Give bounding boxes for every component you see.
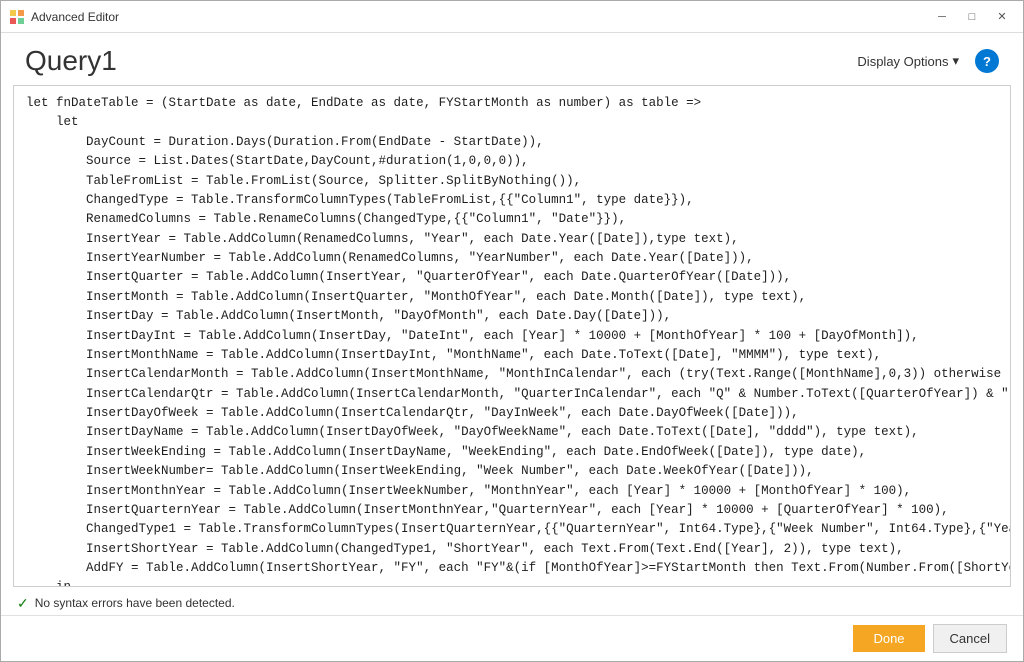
close-button[interactable]: ✕ [989, 7, 1015, 27]
header: Query1 Display Options ▾ ? [1, 33, 1023, 85]
code-editor[interactable]: let fnDateTable = (StartDate as date, En… [14, 86, 1010, 586]
help-button[interactable]: ? [975, 49, 999, 73]
check-icon: ✓ [17, 595, 29, 612]
title-bar-text: Advanced Editor [31, 10, 929, 24]
app-icon [9, 9, 25, 25]
footer: Done Cancel [1, 615, 1023, 661]
display-options-label: Display Options [857, 54, 948, 69]
maximize-button[interactable]: □ [959, 7, 985, 27]
editor-container: let fnDateTable = (StartDate as date, En… [13, 85, 1011, 587]
cancel-button[interactable]: Cancel [933, 624, 1007, 653]
page-title: Query1 [25, 45, 117, 77]
status-message: No syntax errors have been detected. [35, 596, 235, 610]
window-controls: ─ □ ✕ [929, 7, 1015, 27]
done-button[interactable]: Done [853, 625, 924, 652]
minimize-button[interactable]: ─ [929, 7, 955, 27]
header-actions: Display Options ▾ ? [849, 49, 999, 73]
title-bar: Advanced Editor ─ □ ✕ [1, 1, 1023, 33]
status-bar: ✓ No syntax errors have been detected. [1, 591, 1023, 615]
display-options-button[interactable]: Display Options ▾ [849, 49, 967, 73]
advanced-editor-window: Advanced Editor ─ □ ✕ Query1 Display Opt… [0, 0, 1024, 662]
chevron-down-icon: ▾ [952, 53, 959, 69]
